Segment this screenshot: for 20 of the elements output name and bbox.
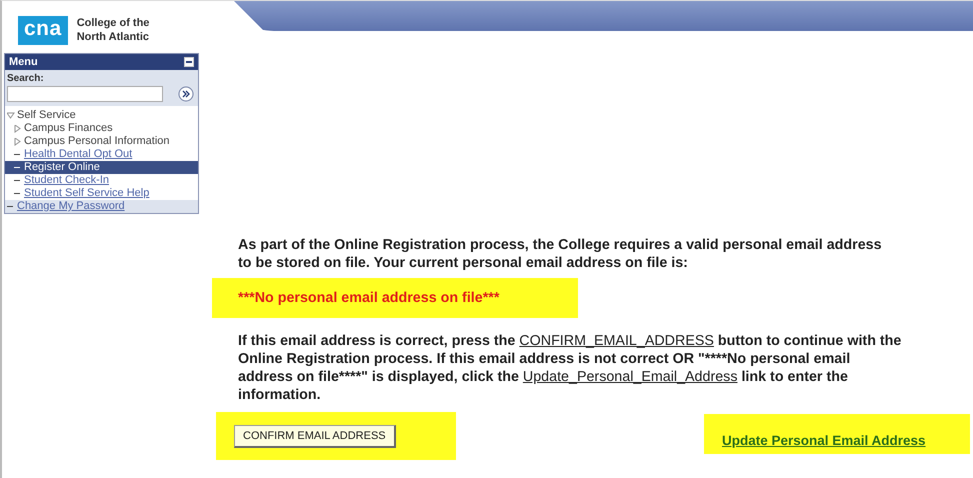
menu-item[interactable]: Student Check-In: [5, 174, 198, 187]
intro-text: As part of the Online Registration process, the College requires a valid personal email address to be stored on file. Your current personal email address on file is:: [238, 236, 883, 272]
menu-item[interactable]: Campus Finances: [5, 122, 198, 135]
confirm-email-button[interactable]: CONFIRM EMAIL ADDRESS: [234, 424, 396, 448]
search-go-icon[interactable]: [178, 86, 194, 102]
search-field[interactable]: [7, 86, 163, 102]
collapse-icon[interactable]: [184, 57, 194, 67]
menu-item[interactable]: Self Service: [5, 109, 198, 122]
college-name: North Atlantic: [76, 30, 150, 44]
menu-item[interactable]: Campus Personal Information: [5, 135, 198, 148]
current-email-text: ***No personal email address on file***: [238, 290, 500, 306]
search-label: Search:: [7, 73, 45, 84]
menu-item[interactable]: Change My Password: [5, 200, 198, 213]
menu-item[interactable]: Health Dental Opt Out: [5, 148, 198, 161]
menu-item[interactable]: Student Self Service Help: [5, 187, 198, 200]
instructions-text: If this email address is correct, press the CONFIRM_EMAIL_ADDRESS button to continue with the Online Registration process. If this email address is not correct OR "****No personal email address on file****" is displayed, click the Update_Personal_Email_Address link to enter the information.: [238, 332, 902, 404]
menu-title: Menu: [9, 56, 38, 68]
college-name: College of the: [76, 16, 150, 30]
logo-mark: cna: [18, 16, 68, 45]
menu-item[interactable]: Register Online: [5, 161, 198, 174]
